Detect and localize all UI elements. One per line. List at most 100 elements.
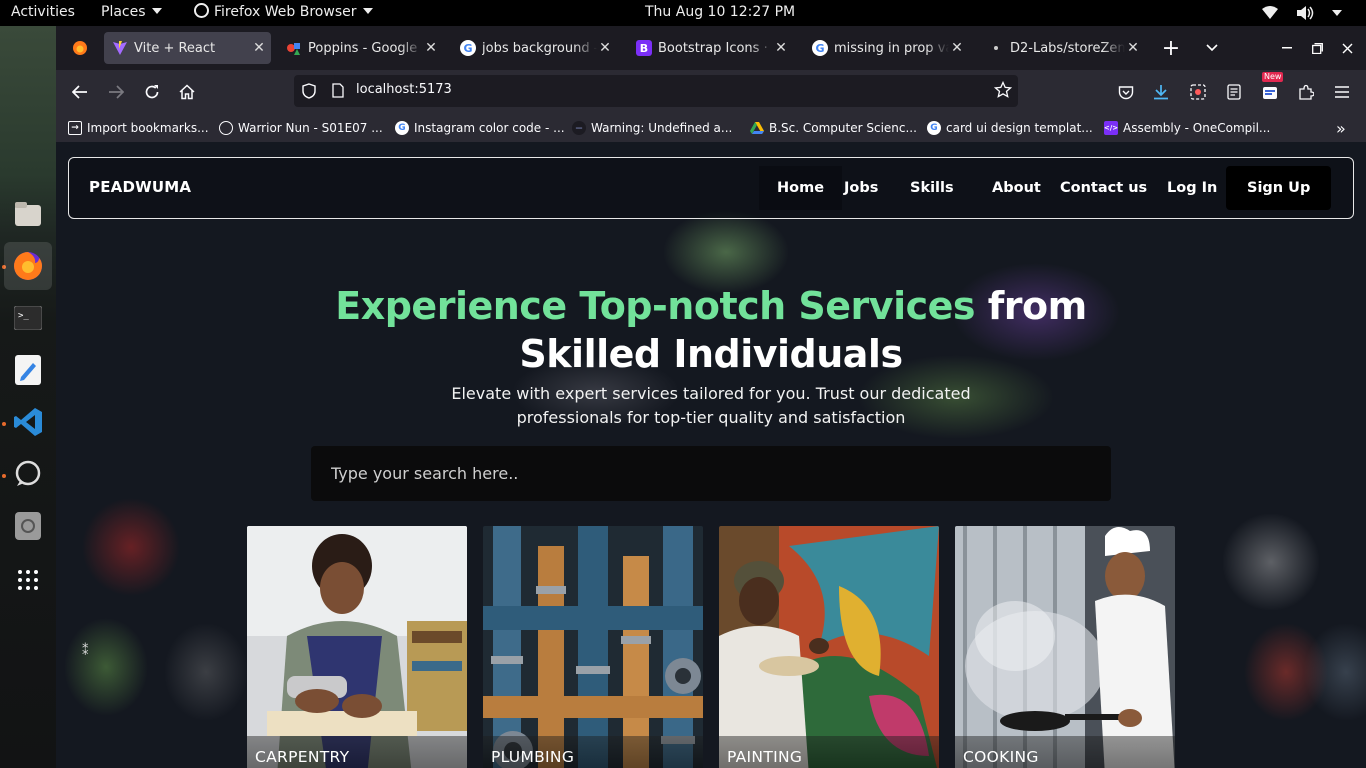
terminal-app-icon[interactable]: >_ — [4, 294, 52, 342]
system-status-area[interactable] — [1262, 4, 1342, 22]
list-all-tabs-button[interactable] — [1198, 34, 1226, 62]
text-editor-app-icon[interactable] — [4, 346, 52, 394]
bookmark-label: card ui design templat... — [946, 121, 1093, 135]
cooking-image — [955, 526, 1175, 768]
url-bar[interactable]: localhost:5173 — [294, 75, 1018, 107]
category-card-painting[interactable]: PAINTING — [719, 526, 939, 768]
pocket-icon[interactable] — [1112, 78, 1140, 106]
bookmark-label: Import bookmarks... — [87, 121, 209, 135]
bookmark-import[interactable]: → Import bookmarks... — [68, 118, 209, 138]
svg-text:>_: >_ — [18, 311, 29, 321]
category-card-cooking[interactable]: COOKING — [955, 526, 1175, 768]
volume-icon — [1296, 4, 1314, 22]
firefox-app-icon[interactable] — [4, 242, 52, 290]
nav-jobs[interactable]: Jobs — [838, 166, 884, 210]
tab-jobs-background[interactable]: G jobs background - Google Search ✕ — [452, 32, 617, 64]
close-window-button[interactable] — [1333, 34, 1361, 62]
close-tab-icon[interactable]: ✕ — [1125, 40, 1141, 56]
places-menu[interactable]: Places — [101, 0, 162, 26]
disk-app-icon[interactable] — [4, 502, 52, 550]
screenshot-icon[interactable] — [1184, 78, 1212, 106]
cursor-icon: ⁑ — [82, 644, 89, 659]
onecompiler-favicon-icon: </> — [1104, 121, 1118, 135]
nav-skills[interactable]: Skills — [904, 166, 960, 210]
close-tab-icon[interactable]: ✕ — [251, 40, 267, 56]
chat-app-icon[interactable] — [4, 450, 52, 498]
tab-storezen[interactable]: D2-Labs/storeZen ✕ — [980, 32, 1145, 64]
hero-title-line2: Skilled Individuals — [519, 332, 903, 376]
globe-icon — [219, 121, 233, 135]
bookmark-label: Warning: Undefined a... — [591, 121, 733, 135]
vite-favicon-icon — [112, 40, 128, 56]
close-tab-icon[interactable]: ✕ — [949, 40, 965, 56]
maximize-button[interactable] — [1303, 34, 1331, 62]
bookmark-bsc[interactable]: B.Sc. Computer Scienc... — [750, 118, 917, 138]
reload-button[interactable] — [138, 78, 166, 106]
search-input[interactable] — [311, 446, 1111, 501]
nav-contact[interactable]: Contact us — [1054, 166, 1153, 210]
firefox-view-button[interactable] — [64, 32, 96, 64]
power-icon — [1332, 4, 1342, 22]
app-menu[interactable]: Firefox Web Browser — [194, 0, 373, 26]
card-label: PLUMBING — [483, 736, 703, 768]
google-favicon-icon: G — [460, 40, 476, 56]
chevron-down-icon — [151, 8, 162, 14]
places-label: Places — [101, 4, 146, 20]
nav-home[interactable]: Home — [759, 166, 843, 210]
bookmark-card-ui[interactable]: Gcard ui design templat... — [927, 118, 1093, 138]
tab-label: Bootstrap Icons · Official open source S… — [658, 40, 773, 56]
menu-hamburger-icon[interactable] — [1328, 78, 1356, 106]
url-text: localhost:5173 — [356, 82, 452, 97]
tracking-protection-shield-icon[interactable] — [302, 83, 316, 103]
hero-title-rest: from — [975, 284, 1087, 328]
tab-vite-react[interactable]: Vite + React ✕ — [104, 32, 271, 64]
bootstrap-favicon-icon: B — [636, 40, 652, 56]
tab-bootstrap-icons[interactable]: B Bootstrap Icons · Official open source… — [628, 32, 793, 64]
card-label: COOKING — [955, 736, 1175, 768]
clock[interactable]: Thu Aug 10 12:27 PM — [645, 0, 795, 26]
close-tab-icon[interactable]: ✕ — [423, 40, 439, 56]
site-navbar: PEADWUMA Home Jobs Skills About Contact … — [68, 157, 1354, 219]
card-label: CARPENTRY — [247, 736, 467, 768]
more-bookmarks-chevron-icon[interactable]: » — [1336, 118, 1346, 138]
site-logo[interactable]: PEADWUMA — [89, 178, 191, 196]
close-tab-icon[interactable]: ✕ — [773, 40, 789, 56]
new-tab-button[interactable]: + — [1157, 34, 1185, 62]
firefox-app-icon — [194, 3, 209, 18]
bookmark-label: Warrior Nun - S01E07 ... — [238, 121, 383, 135]
activities-button[interactable]: Activities — [11, 0, 75, 26]
tab-label: Poppins - Google Fonts — [308, 40, 423, 56]
system-top-bar: Activities Places Firefox Web Browser Th… — [0, 0, 1366, 26]
signup-button[interactable]: Sign Up — [1226, 166, 1332, 210]
google-fonts-favicon-icon — [286, 40, 302, 56]
extensions-puzzle-icon[interactable] — [1292, 78, 1320, 106]
google-drive-favicon-icon — [750, 121, 764, 135]
category-card-carpentry[interactable]: CARPENTRY — [247, 526, 467, 768]
tab-poppins[interactable]: Poppins - Google Fonts ✕ — [278, 32, 443, 64]
tab-missing-prop[interactable]: G missing in prop validation - Google Se… — [804, 32, 969, 64]
bookmark-warning[interactable]: — Warning: Undefined a... — [572, 118, 732, 138]
category-card-plumbing[interactable]: PLUMBING — [483, 526, 703, 768]
app-menu-label: Firefox Web Browser — [214, 4, 357, 20]
carpentry-image — [247, 526, 467, 768]
extension-icon[interactable]: New — [1256, 72, 1284, 106]
forward-button[interactable] — [102, 78, 130, 106]
bookmark-warrior-nun[interactable]: Warrior Nun - S01E07 ... — [219, 118, 383, 138]
bookmark-onecompiler[interactable]: </> Assembly - OneCompil... — [1104, 118, 1270, 138]
files-app-icon[interactable] — [4, 190, 52, 238]
app-grid-icon[interactable] — [4, 556, 52, 604]
page-viewport: PEADWUMA Home Jobs Skills About Contact … — [56, 142, 1366, 768]
bookmark-instagram[interactable]: G Instagram color code - ... — [395, 118, 565, 138]
nav-login[interactable]: Log In — [1161, 166, 1223, 210]
back-button[interactable] — [66, 78, 94, 106]
page-info-icon[interactable] — [332, 83, 344, 102]
reader-view-icon[interactable] — [1220, 78, 1248, 106]
downloads-icon[interactable] — [1147, 78, 1175, 106]
home-button[interactable] — [173, 78, 201, 106]
close-tab-icon[interactable]: ✕ — [597, 40, 613, 56]
hero-subtitle: Elevate with expert services tailored fo… — [451, 384, 971, 427]
bookmark-star-icon[interactable] — [993, 80, 1013, 103]
nav-about[interactable]: About — [986, 166, 1047, 210]
minimize-button[interactable] — [1273, 34, 1301, 62]
vscode-app-icon[interactable] — [4, 398, 52, 446]
